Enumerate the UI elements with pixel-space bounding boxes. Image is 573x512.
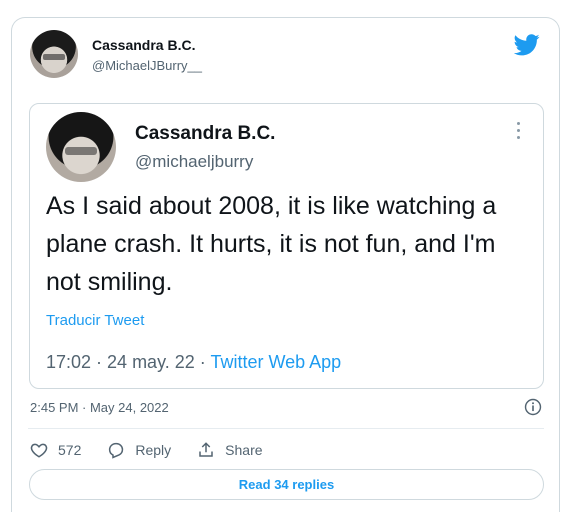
heart-icon [30,443,48,458]
reply-icon [109,442,124,459]
tweet-timestamp[interactable]: 2:45 PM · May 24, 2022 [30,400,169,415]
reply-button[interactable]: Reply [107,441,171,459]
tweet-actions: 572 Reply Share [30,439,289,461]
quoted-tweet-meta: 17:02 · 24 may. 22 · Twitter Web App [46,352,341,373]
more-options-icon[interactable] [515,122,521,142]
quoted-datetime[interactable]: 17:02 · 24 may. 22 · [46,352,210,372]
author-name[interactable]: Cassandra B.C. [92,37,195,53]
like-count: 572 [58,442,82,458]
translate-link[interactable]: Traducir Tweet [46,312,144,329]
share-label: Share [225,442,263,458]
quoted-author-handle[interactable]: @michaeljburry [135,152,253,172]
share-icon [199,442,213,457]
like-button[interactable]: 572 [30,441,81,459]
quoted-author-name[interactable]: Cassandra B.C. [135,123,275,145]
reply-label: Reply [135,442,172,458]
author-handle[interactable]: @MichaelJBurry__ [92,58,202,73]
info-icon[interactable] [524,398,542,416]
quoted-author-avatar[interactable] [46,112,116,182]
share-button[interactable]: Share [197,441,263,459]
twitter-bird-icon[interactable] [514,34,540,56]
author-avatar[interactable] [30,30,78,78]
divider [28,428,544,429]
quoted-tweet[interactable]: Cassandra B.C. @michaeljburry As I said … [29,103,544,389]
source-app-link[interactable]: Twitter Web App [210,352,341,372]
read-replies-button[interactable]: Read 34 replies [29,469,544,500]
quoted-tweet-text: As I said about 2008, it is like watchin… [46,192,497,296]
tweet-header: Cassandra B.C. @MichaelJBurry__ [30,30,540,82]
tweet-embed-card: Cassandra B.C. @MichaelJBurry__ Cassandr… [11,17,560,512]
